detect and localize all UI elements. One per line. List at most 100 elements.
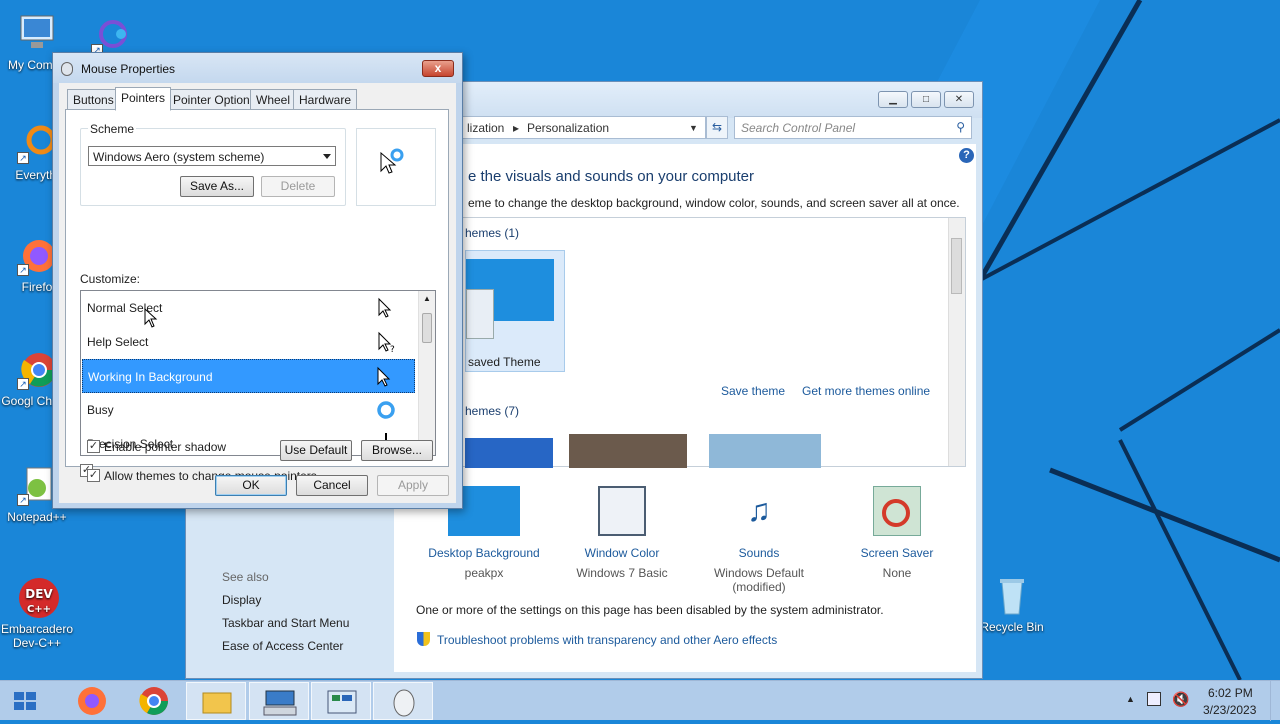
search-input[interactable]: Search Control Panel ⚲ (734, 116, 972, 139)
themes-scrollbar[interactable] (948, 218, 965, 466)
clock-date[interactable]: 3/23/2023 (1203, 703, 1256, 717)
mouse-properties-dialog: Mouse Properties x Buttons Pointers Poin… (52, 52, 463, 509)
tab-buttons[interactable]: Buttons (67, 89, 120, 110)
breadcrumb-item[interactable]: Personalization (527, 121, 609, 135)
chevron-down-icon[interactable]: ▼ (689, 123, 698, 133)
help-icon[interactable]: ? (959, 148, 974, 163)
tab-hardware[interactable]: Hardware (293, 89, 358, 110)
desktop-icon-label: Embarcadero Dev-C++ (0, 622, 74, 650)
scroll-up-icon[interactable]: ▲ (423, 294, 431, 303)
see-also-display-link[interactable]: Display (222, 593, 261, 607)
theme-label: saved Theme (468, 355, 541, 369)
ok-button[interactable]: OK (215, 475, 287, 496)
svg-text:?: ? (390, 345, 395, 353)
recycle-bin-icon (990, 574, 1034, 618)
keyboard-app-icon (263, 690, 297, 716)
taskbar-mouse-properties[interactable] (373, 682, 433, 720)
theme-thumb-architecture[interactable] (569, 434, 687, 468)
maximize-button[interactable]: □ (911, 91, 941, 108)
apply-button[interactable]: Apply (377, 475, 449, 496)
taskbar-chrome[interactable] (124, 682, 184, 720)
tray-overflow-icon[interactable]: ▲ (1126, 694, 1135, 704)
chevron-down-icon (323, 154, 331, 159)
network-icon[interactable] (1147, 692, 1161, 706)
show-desktop-button[interactable] (1270, 681, 1280, 721)
list-item[interactable]: Normal Select (82, 291, 415, 325)
breadcrumb-item[interactable]: lization (467, 121, 504, 135)
dialog-titlebar[interactable]: Mouse Properties x (53, 53, 462, 83)
theme-thumb-characters[interactable] (709, 434, 821, 468)
window-color-item[interactable]: Window Color Windows 7 Basic (557, 486, 687, 580)
minimize-button[interactable]: ▁ (878, 91, 908, 108)
pointer-preview (356, 128, 436, 206)
dialog-body: Buttons Pointers Pointer Options Wheel H… (59, 83, 456, 503)
get-more-themes-link[interactable]: Get more themes online (802, 384, 930, 398)
taskbar: ▲ 🔇 6:02 PM 3/23/2023 (0, 680, 1280, 721)
taskbar-control-panel[interactable] (311, 682, 371, 720)
taskbar-keyboard-app[interactable] (249, 682, 309, 720)
save-as-button[interactable]: Save As... (180, 176, 254, 197)
arrow-cursor-icon (378, 297, 392, 318)
list-item-selected[interactable]: Working In Background (82, 359, 415, 393)
desktop-icon-recycle-bin[interactable]: Recycle Bin (975, 574, 1049, 634)
tab-pointers[interactable]: Pointers (115, 87, 172, 111)
taskbar-firefox[interactable] (62, 682, 122, 720)
shield-icon (417, 632, 430, 646)
delete-button[interactable]: Delete (261, 176, 335, 197)
scroll-thumb[interactable] (422, 313, 432, 343)
mouse-cursor-icon (144, 308, 158, 328)
use-default-button[interactable]: Use Default (280, 440, 352, 461)
dialog-title: Mouse Properties (81, 62, 176, 76)
working-cursor-icon (377, 366, 391, 387)
svg-text:C++: C++ (27, 604, 51, 615)
window-color-icon (598, 486, 646, 536)
see-also-header: See also (222, 570, 269, 584)
pointer-list-scrollbar[interactable]: ▲ ▼ (418, 291, 435, 455)
refresh-button[interactable]: ⇆ (706, 116, 728, 139)
customize-label: Customize: (80, 272, 141, 286)
chrome-icon (139, 687, 168, 715)
control-panel-icon (327, 690, 357, 714)
pointers-panel: Scheme Windows Aero (system scheme) Save… (65, 109, 449, 477)
browse-button[interactable]: Browse... (361, 440, 433, 461)
see-also-ease-link[interactable]: Ease of Access Center (222, 639, 343, 653)
shortcut-arrow-icon: ↗ (17, 264, 29, 276)
list-item[interactable]: Busy (82, 393, 415, 427)
desktop-icon-devcpp[interactable]: DEV C++ Embarcadero Dev-C++ (0, 576, 74, 650)
enable-shadow-label: Enable pointer shadow (104, 440, 227, 454)
taskbar-file-explorer[interactable] (186, 682, 246, 720)
mouse-icon (393, 689, 415, 717)
save-theme-link[interactable]: Save theme (721, 384, 785, 398)
desktop-icon-label: Notepad++ (7, 510, 67, 524)
close-button[interactable]: x (422, 60, 454, 77)
scheme-dropdown[interactable]: Windows Aero (system scheme) (88, 146, 336, 166)
clock-time[interactable]: 6:02 PM (1208, 686, 1253, 700)
allow-themes-checkbox[interactable]: ✓ (87, 469, 100, 482)
enable-shadow-checkbox[interactable]: ✓ (87, 440, 100, 453)
tab-wheel[interactable]: Wheel (250, 89, 297, 110)
theme-thumb-windows7[interactable] (465, 438, 553, 468)
devcpp-icon: DEV C++ (15, 576, 59, 620)
mouse-icon (61, 62, 73, 76)
sounds-icon: ♫ (747, 492, 771, 528)
start-button[interactable] (0, 682, 52, 720)
file-explorer-icon (202, 692, 232, 714)
cancel-button[interactable]: Cancel (296, 475, 368, 496)
sounds-item[interactable]: ♫ Sounds Windows Default (modified) (694, 486, 824, 594)
troubleshoot-link[interactable]: Troubleshoot problems with transparency … (437, 633, 777, 647)
close-button[interactable]: ✕ (944, 91, 974, 108)
page-title: e the visuals and sounds on your compute… (468, 168, 755, 185)
busy-ring-icon (377, 401, 395, 419)
list-item[interactable]: Help Select ? (82, 325, 415, 359)
screen-saver-item[interactable]: Screen Saver None (832, 486, 962, 580)
page-subtitle: eme to change the desktop background, wi… (468, 196, 960, 210)
tab-pointer-options[interactable]: Pointer Options (167, 89, 262, 110)
my-themes-header: hemes (1) (465, 226, 520, 240)
working-cursor-icon (380, 148, 404, 174)
breadcrumb-separator-icon: ▸ (513, 121, 520, 135)
theme-thumb-unsaved[interactable]: saved Theme (465, 250, 565, 372)
volume-muted-icon[interactable]: 🔇 (1172, 691, 1189, 708)
windows-logo-icon (14, 692, 36, 710)
shortcut-arrow-icon: ↗ (17, 152, 29, 164)
see-also-taskbar-link[interactable]: Taskbar and Start Menu (222, 616, 349, 630)
